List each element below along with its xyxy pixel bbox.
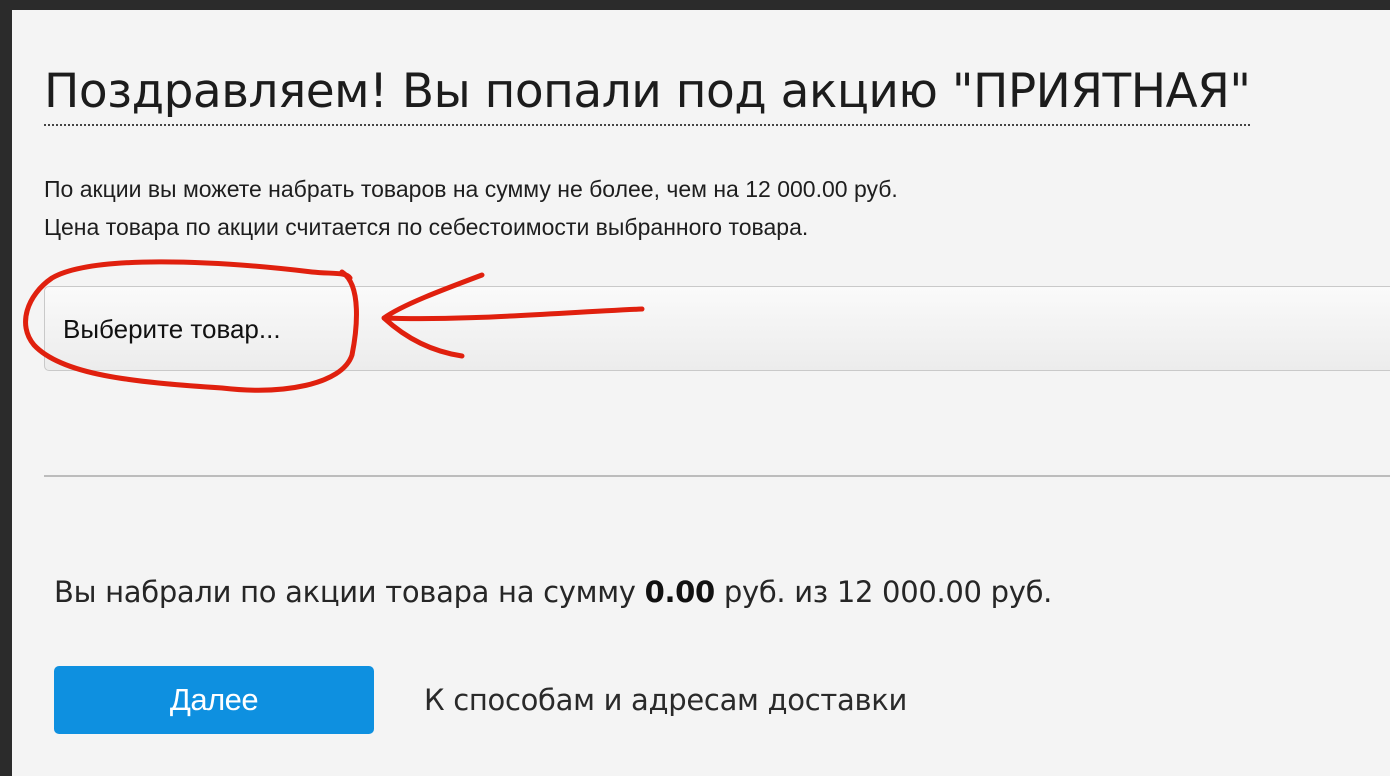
promo-info: По акции вы можете набрать товаров на су… bbox=[44, 170, 898, 246]
summary-suffix: руб. из 12 000.00 руб. bbox=[723, 575, 1053, 609]
next-button[interactable]: Далее bbox=[54, 666, 374, 734]
summary-amount: 0.00 bbox=[644, 575, 716, 609]
promo-summary: Вы набрали по акции товара на сумму 0.00… bbox=[54, 570, 1052, 614]
promo-panel: Поздравляем! Вы попали под акцию "ПРИЯТН… bbox=[12, 10, 1390, 776]
product-select-value: Выберите товар... bbox=[63, 314, 281, 344]
page-title: Поздравляем! Вы попали под акцию "ПРИЯТН… bbox=[44, 62, 1251, 126]
summary-prefix: Вы набрали по акции товара на сумму bbox=[54, 575, 636, 609]
promo-limit-text: По акции вы можете набрать товаров на су… bbox=[44, 176, 898, 202]
delivery-hint: К способам и адресам доставки bbox=[424, 683, 907, 717]
product-select[interactable]: Выберите товар... bbox=[44, 286, 1390, 371]
promo-price-text: Цена товара по акции считается по себест… bbox=[44, 214, 809, 240]
divider bbox=[44, 475, 1390, 477]
